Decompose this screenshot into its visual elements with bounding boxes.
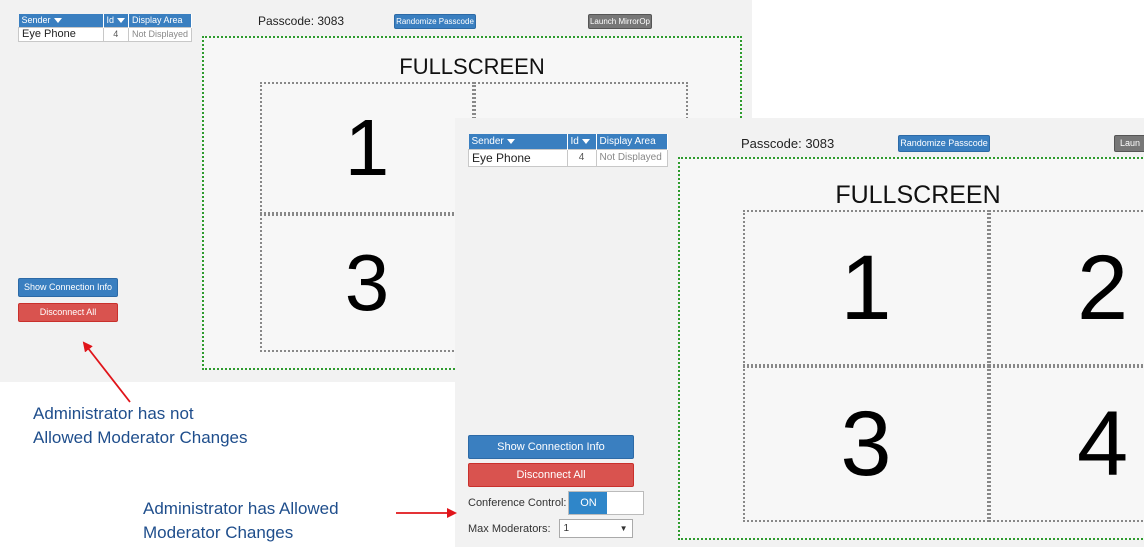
annotation-allowed: Administrator has Allowed Moderator Chan…	[143, 499, 339, 542]
annotation-not-allowed: Administrator has not Allowed Moderator …	[33, 404, 248, 447]
annotation-arrows	[82, 341, 457, 518]
arrow-to-disconnect-all	[82, 341, 131, 403]
